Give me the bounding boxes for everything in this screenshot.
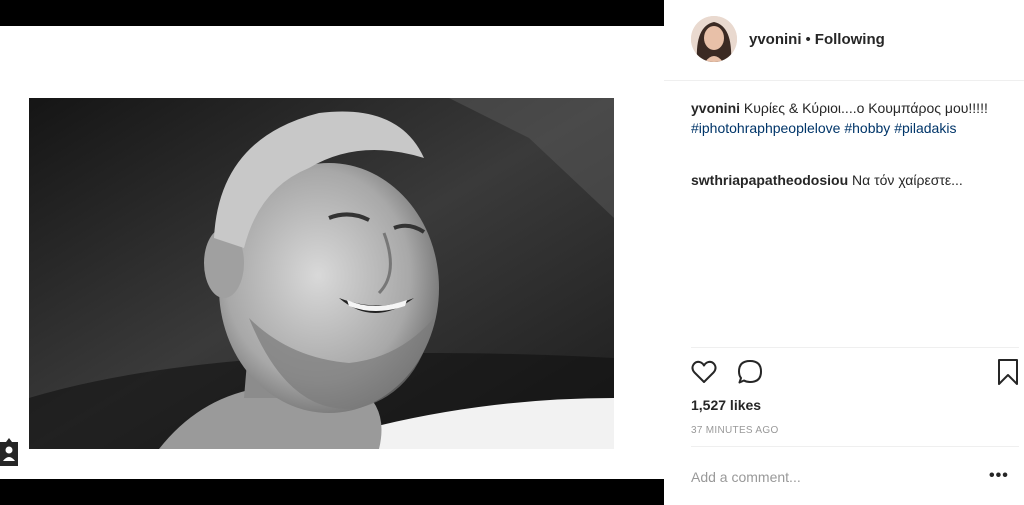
user-tag-icon[interactable]: [0, 438, 18, 466]
caption-username[interactable]: yvonini: [691, 100, 740, 116]
post-sidebar: yvonini • Following yvonini Κυρίες & Κύριο…: [664, 0, 1024, 505]
header-username[interactable]: yvonini: [749, 31, 802, 48]
heart-icon[interactable]: [690, 358, 718, 386]
header-line: yvonini • Following: [749, 31, 885, 48]
media-frame: [0, 26, 664, 479]
hashtag-link[interactable]: #piladakis: [894, 120, 956, 136]
separator-dot: •: [805, 31, 811, 48]
bookmark-icon[interactable]: [994, 358, 1022, 386]
more-options-icon[interactable]: •••: [989, 467, 1015, 487]
divider: [691, 347, 1019, 348]
comment-icon[interactable]: [736, 358, 764, 386]
comment-text: Να τόν χαίρεστε...: [852, 172, 963, 188]
timestamp[interactable]: 37 MINUTES AGO: [691, 425, 779, 436]
likes-count[interactable]: 1,527 likes: [691, 397, 761, 413]
divider: [691, 446, 1019, 447]
avatar[interactable]: [691, 16, 737, 62]
post-header: yvonini • Following: [664, 0, 1024, 81]
hashtag-link[interactable]: #hobby: [844, 120, 890, 136]
hashtag-link[interactable]: #iphotohraphpeoplelove: [691, 120, 840, 136]
comment-username[interactable]: swthriapapatheodosiou: [691, 172, 848, 188]
comment-item: swthriapapatheodosiou Να τόν χαίρεστε...: [691, 170, 1011, 190]
following-status[interactable]: Following: [815, 31, 885, 48]
caption-text: Κυρίες & Κύριοι....ο Κουμπάρος μου!!!!!: [743, 100, 988, 116]
media-panel: [0, 0, 664, 505]
add-comment-input[interactable]: Add a comment...: [691, 469, 801, 485]
post-photo[interactable]: [29, 98, 614, 449]
post-caption: yvonini Κυρίες & Κύριοι....ο Κουμπάρος μ…: [691, 98, 1001, 138]
